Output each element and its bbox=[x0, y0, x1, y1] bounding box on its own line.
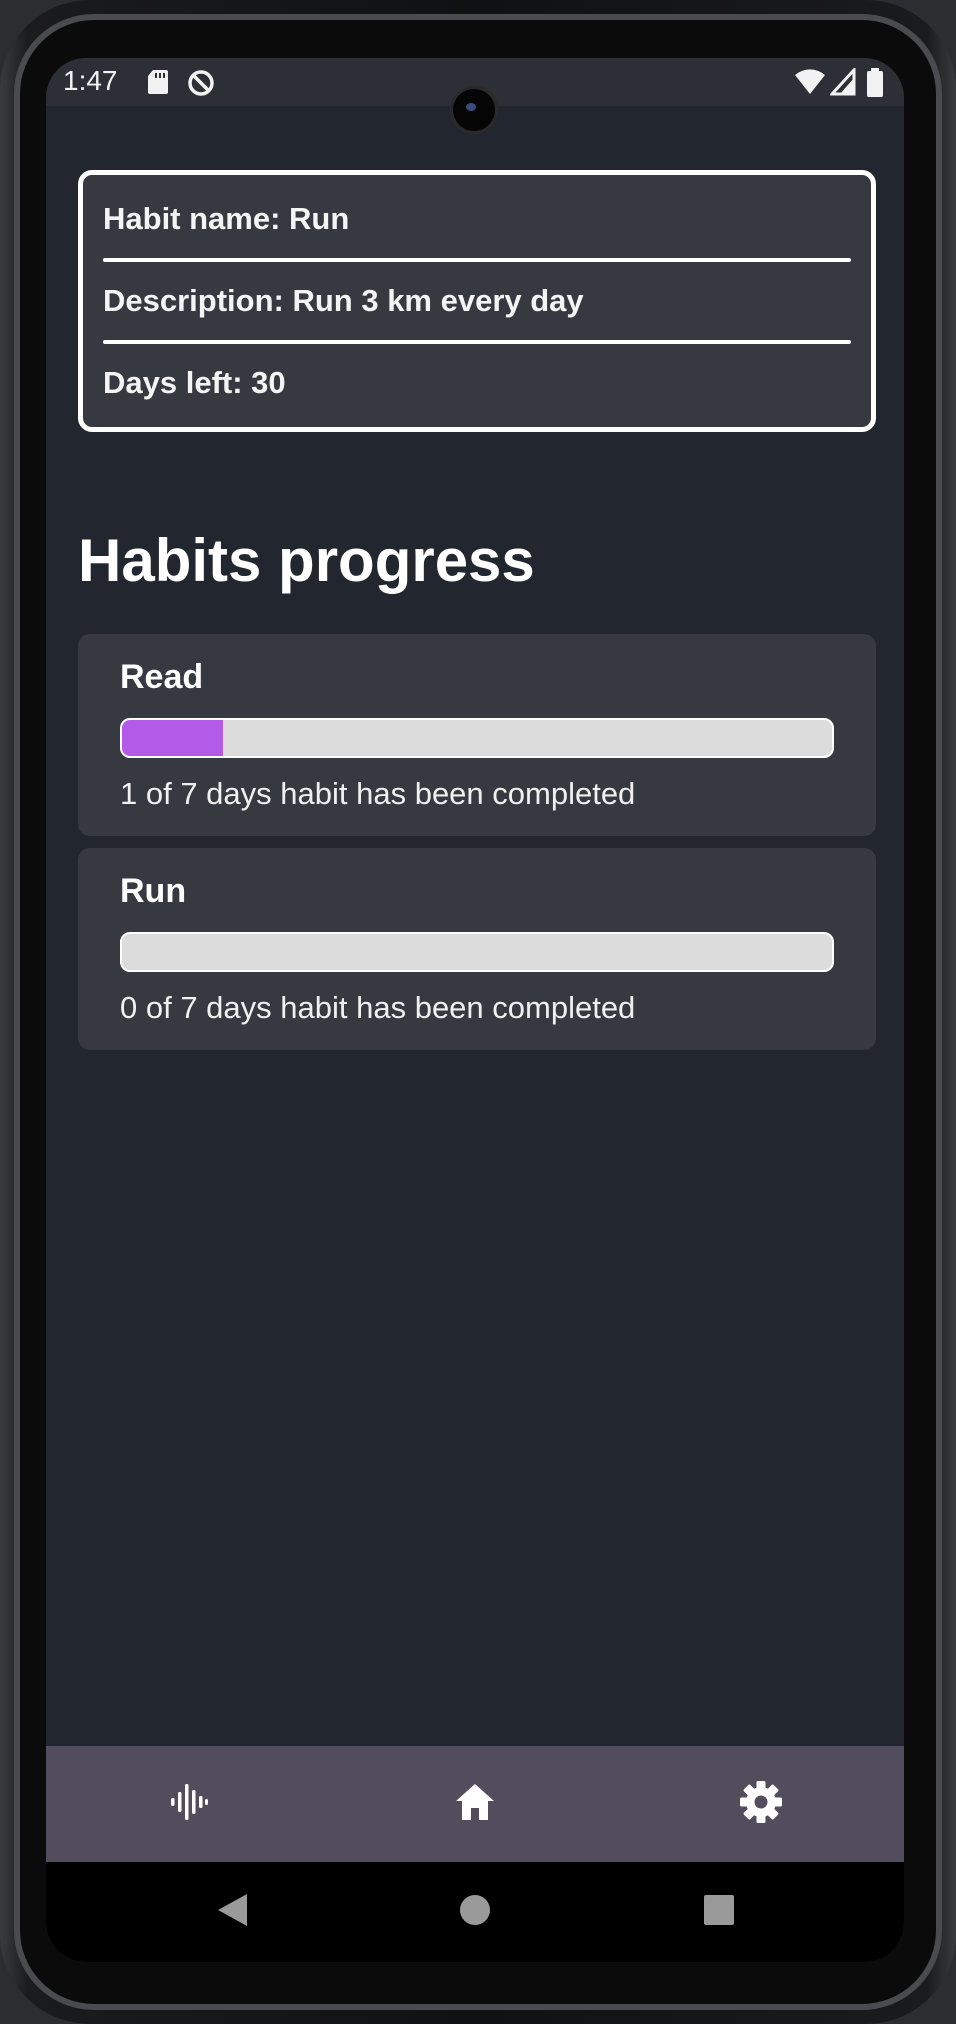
habit-status-text: 1 of 7 days habit has been completed bbox=[120, 776, 636, 811]
divider bbox=[103, 258, 851, 262]
habit-description-text: Description: Run 3 km every day bbox=[103, 283, 584, 318]
nav-stats-button[interactable] bbox=[46, 1746, 332, 1862]
recents-icon bbox=[703, 1894, 735, 1930]
divider bbox=[103, 340, 851, 344]
app-screen: 1:47 Habit name: Run Description: Run 3 … bbox=[46, 58, 904, 1962]
nav-settings-button[interactable] bbox=[618, 1746, 904, 1862]
bottom-navigation bbox=[46, 1746, 904, 1862]
days-left-text: Days left: 30 bbox=[103, 365, 286, 400]
phone-frame: 1:47 Habit name: Run Description: Run 3 … bbox=[0, 0, 956, 2024]
habit-progress-card-read[interactable]: Read 1 of 7 days habit has been complete… bbox=[78, 634, 876, 836]
habit-card-title: Read bbox=[120, 658, 204, 696]
data-saver-icon bbox=[186, 68, 216, 102]
habit-name-text: Habit name: Run bbox=[103, 201, 350, 236]
gear-icon bbox=[739, 1780, 783, 1828]
sound-wave-icon bbox=[168, 1781, 210, 1827]
battery-icon bbox=[866, 68, 884, 102]
front-camera bbox=[450, 86, 498, 134]
home-circle-icon bbox=[458, 1893, 492, 1931]
sd-card-icon bbox=[146, 68, 170, 100]
progress-bar-fill bbox=[122, 720, 224, 756]
system-recents-button[interactable] bbox=[659, 1862, 779, 1962]
page-title: Habits progress bbox=[78, 527, 535, 594]
habit-progress-card-run[interactable]: Run 0 of 7 days habit has been completed bbox=[78, 848, 876, 1050]
status-time: 1:47 bbox=[63, 65, 118, 96]
habit-card-title: Run bbox=[120, 872, 187, 910]
back-icon bbox=[215, 1892, 251, 1932]
system-home-button[interactable] bbox=[415, 1862, 535, 1962]
habit-details-card: Habit name: Run Description: Run 3 km ev… bbox=[78, 170, 876, 432]
progress-bar bbox=[120, 718, 834, 758]
habit-status-text: 0 of 7 days habit has been completed bbox=[120, 990, 636, 1025]
system-back-button[interactable] bbox=[173, 1862, 293, 1962]
progress-bar bbox=[120, 932, 834, 972]
home-icon bbox=[454, 1782, 496, 1826]
wifi-icon bbox=[794, 68, 826, 100]
signal-icon bbox=[828, 66, 856, 100]
system-navigation-bar bbox=[46, 1862, 904, 1962]
nav-home-button[interactable] bbox=[332, 1746, 618, 1862]
